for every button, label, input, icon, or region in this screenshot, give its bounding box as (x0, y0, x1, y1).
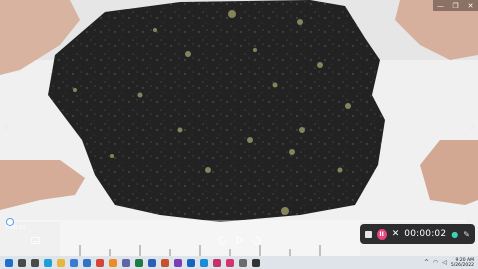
clock[interactable]: 9:20 AM 5/26/2022 (451, 258, 474, 268)
video-viewer[interactable]: — ❐ ✕ ‹ › 0:00:10 II ✕ 00:00:02 ● ✎ (0, 0, 478, 256)
discard-recording-icon[interactable]: ✕ (392, 229, 400, 239)
start-icon[interactable] (5, 258, 13, 267)
store-icon[interactable] (70, 258, 78, 267)
window-controls: — ❐ ✕ (433, 0, 478, 11)
captions-icon[interactable] (30, 234, 40, 246)
teams-icon[interactable] (122, 258, 130, 267)
camera-icon[interactable] (252, 258, 260, 267)
chrome-icon[interactable] (96, 258, 104, 267)
edge-icon[interactable] (44, 258, 52, 267)
recording-timer: 00:00:02 (404, 229, 447, 239)
powerpoint-icon[interactable] (161, 258, 169, 267)
search-icon[interactable] (18, 258, 26, 267)
wifi-icon[interactable]: ◠ (433, 259, 438, 266)
chevron-up-icon[interactable]: ^ (424, 259, 429, 266)
windows-taskbar (0, 256, 478, 269)
microphone-icon[interactable]: ● (451, 230, 458, 239)
clock-date: 5/26/2022 (450, 262, 474, 268)
elapsed-time: 0:00:10 (6, 225, 26, 231)
file-explorer-icon[interactable] (57, 258, 65, 267)
snip-icon[interactable] (213, 258, 221, 267)
firefox-icon[interactable] (109, 258, 117, 267)
screen-recorder-toolbar: II ✕ 00:00:02 ● ✎ (360, 224, 475, 244)
seek-bar[interactable] (8, 220, 466, 222)
photos-icon[interactable] (200, 258, 208, 267)
next-icon[interactable]: › (466, 118, 478, 136)
recorder-icon[interactable] (226, 258, 234, 267)
settings-icon[interactable] (239, 258, 247, 267)
pause-recording-icon[interactable]: II (376, 228, 387, 240)
task-view-icon[interactable] (31, 258, 39, 267)
word-icon[interactable] (148, 258, 156, 267)
pen-icon[interactable]: ✎ (463, 230, 470, 239)
outlook-icon[interactable] (187, 258, 195, 267)
volume-icon[interactable]: ◁ (442, 259, 447, 266)
mail-icon[interactable] (83, 258, 91, 267)
rewind-10-icon[interactable] (217, 234, 227, 246)
system-tray: ^ ◠ ◁ 9:20 AM 5/26/2022 (424, 256, 474, 269)
restore-button[interactable]: ❐ (448, 0, 463, 11)
previous-icon[interactable]: ‹ (0, 118, 12, 136)
play-icon[interactable] (234, 234, 244, 246)
rock-specimen-image (0, 0, 478, 256)
minimize-button[interactable]: — (433, 0, 448, 11)
onenote-icon[interactable] (174, 258, 182, 267)
stop-recording-icon[interactable] (365, 230, 372, 238)
excel-icon[interactable] (135, 258, 143, 267)
close-button[interactable]: ✕ (463, 0, 478, 11)
forward-30-icon[interactable] (251, 234, 261, 246)
